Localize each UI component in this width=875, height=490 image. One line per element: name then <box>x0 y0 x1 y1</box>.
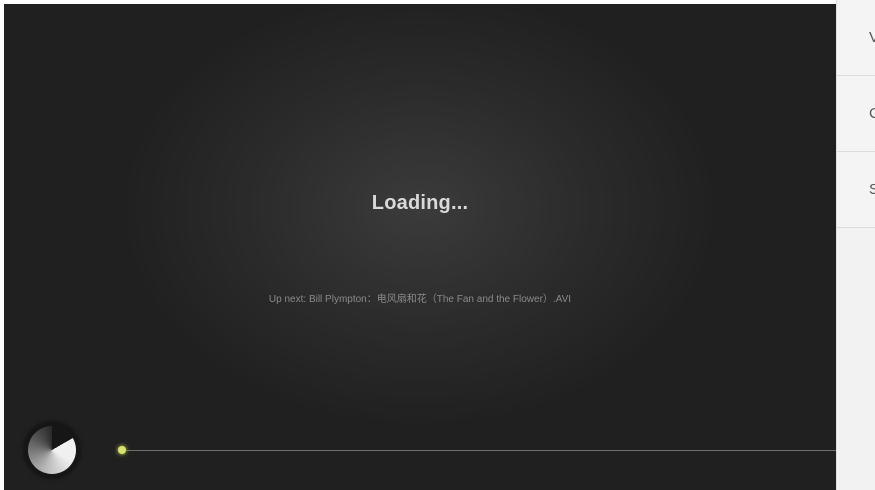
video-player[interactable]: Loading... Up next: Bill Plympton：电风扇和花（… <box>4 4 836 490</box>
side-panel: V C S <box>836 0 875 490</box>
up-next-text: Up next: Bill Plympton：电风扇和花（The Fan and… <box>268 294 572 305</box>
progress-bar[interactable] <box>126 450 836 451</box>
progress-handle[interactable] <box>118 446 126 454</box>
knob-dial <box>28 426 76 474</box>
volume-knob-icon[interactable] <box>24 422 80 478</box>
side-panel-item[interactable]: C <box>837 76 875 152</box>
side-panel-item[interactable]: S <box>837 152 875 228</box>
side-panel-item[interactable]: V <box>837 0 875 76</box>
loading-text: Loading... <box>371 192 469 214</box>
page: Loading... Up next: Bill Plympton：电风扇和花（… <box>0 0 875 490</box>
